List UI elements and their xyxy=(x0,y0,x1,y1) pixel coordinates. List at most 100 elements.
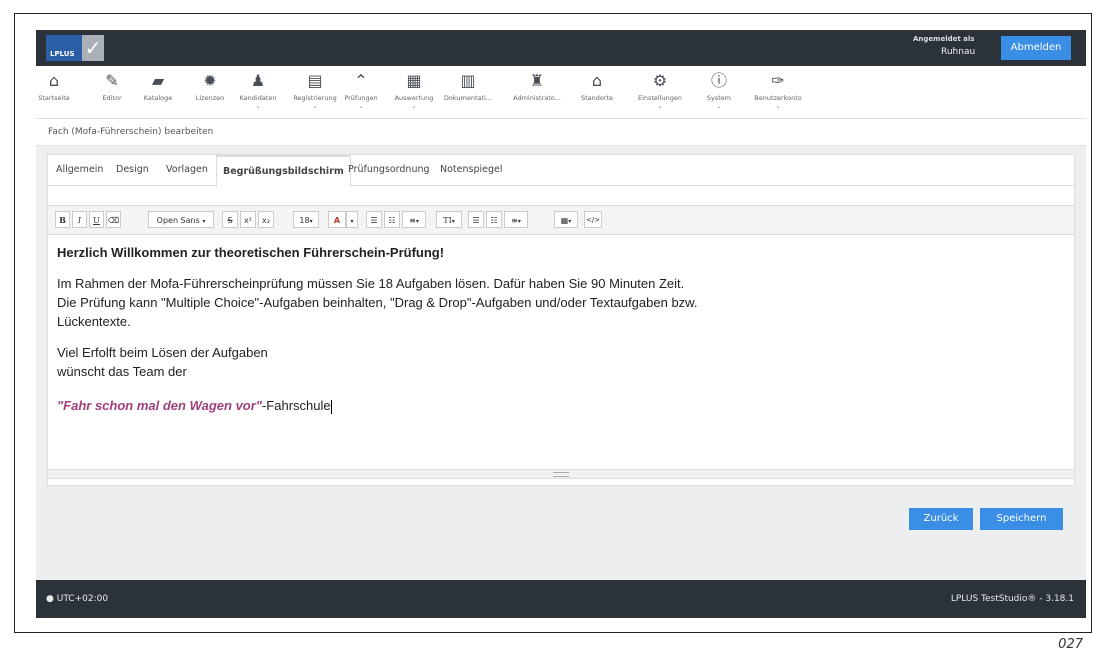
paragraph-align-select[interactable]: ≡▾ xyxy=(402,211,426,228)
save-button[interactable]: Speichern xyxy=(980,508,1063,530)
text-style-select[interactable]: TI▾ xyxy=(436,211,462,228)
home-icon: ⌂ xyxy=(48,71,60,90)
gears-icon: ⚙ xyxy=(652,71,668,90)
editor-resize-handle[interactable] xyxy=(48,469,1074,479)
table-icon: ▦ xyxy=(406,71,422,90)
menu-item-label: Editor xyxy=(102,94,122,102)
bold-button[interactable]: B xyxy=(55,211,70,228)
logo-text: LPLUS xyxy=(50,50,75,58)
menu-item-label: Benutzerkonto xyxy=(754,94,802,102)
text-color-button[interactable]: A xyxy=(328,211,346,228)
user-icon: ♟ xyxy=(250,71,266,90)
align-icon: ≡ xyxy=(409,216,416,225)
menu-item-10[interactable]: ⌂ Standorte xyxy=(577,71,617,103)
editor-line: Im Rahmen der Mofa-Führerscheinprüfung m… xyxy=(57,276,685,291)
menu-item-label: Auswertung xyxy=(394,94,434,102)
strikethrough-button[interactable]: S xyxy=(222,211,238,228)
menu-item-0[interactable]: ⌂ Startseite xyxy=(36,71,72,103)
lplus-logo[interactable]: LPLUS ✓ xyxy=(46,35,104,61)
top-bar: LPLUS ✓ Angemeldet als Ruhnau Abmelden xyxy=(36,30,1086,66)
menu-item-13[interactable]: ✑ Benutzerkonto ⌄ xyxy=(749,72,807,111)
editor-school-line: "Fahr schon mal den Wagen vor"-Fahrschul… xyxy=(57,398,332,414)
tab-0[interactable]: Allgemein xyxy=(50,155,109,184)
menu-item-8[interactable]: ▥ Dokumentati... xyxy=(441,71,495,103)
logout-button[interactable]: Abmelden xyxy=(1001,36,1071,60)
menu-item-11[interactable]: ⚙ Einstellungen ⌄ xyxy=(631,71,689,111)
menu-item-7[interactable]: ▦ Auswertung ⌄ xyxy=(392,71,436,111)
book-icon: ▰ xyxy=(151,71,165,90)
menu-item-label: System xyxy=(706,94,732,102)
menu-item-label: Administrato... xyxy=(513,94,561,102)
checkmark-icon: ✓ xyxy=(82,35,104,61)
menu-item-label: Startseite xyxy=(38,94,70,102)
tab-5[interactable]: Notenspiegel xyxy=(434,155,509,184)
text-color-dropdown[interactable]: ▾ xyxy=(346,211,358,228)
menu-item-4[interactable]: ♟ Kandidaten ⌄ xyxy=(236,71,280,111)
tab-3[interactable]: Begrüßungsbildschirm xyxy=(216,155,351,187)
main-content: Allgemein Design Vorlagen Begrüßungsbildsch… xyxy=(36,146,1086,580)
main-menu: ⌂ Startseite ✎ Editor ▰ Kataloge ✹ Lizenzen ♟ Kan… xyxy=(36,66,1086,119)
editor-toolbar: B I U ⌫ Open Sans ▾ S x² x₂ 18▾ A ▾ ☰ ☷ … xyxy=(48,205,1074,235)
id-card-icon: ▤ xyxy=(307,71,323,90)
globe-icon: ● xyxy=(46,594,54,604)
tab-4[interactable]: Prüfungsordnung xyxy=(342,155,436,184)
timezone-indicator: ● UTC+02:00 xyxy=(46,580,108,618)
font-family-select[interactable]: Open Sans ▾ xyxy=(148,211,214,228)
menu-item-label: Prüfungen xyxy=(344,94,378,102)
table-insert-select[interactable]: ▦▾ xyxy=(554,211,578,228)
editor-line: Viel Erfolft beim Lösen der Aufgaben xyxy=(57,345,268,360)
paragraph-select[interactable]: ≡▾ xyxy=(504,211,528,228)
bar-chart-icon: ▥ xyxy=(460,71,476,90)
login-label: Angemeldet als xyxy=(913,35,975,43)
rich-text-editor[interactable]: Herzlich Willkommen zur theoretischen Fü… xyxy=(48,234,1074,469)
editor-line: wünscht das Team der xyxy=(57,364,187,379)
chevron-down-icon: ⌄ xyxy=(775,103,781,110)
menu-item-1[interactable]: ✎ Editor xyxy=(94,71,130,103)
editor-line: Lückentexte. xyxy=(57,314,131,329)
building-icon: ⌂ xyxy=(591,71,603,90)
tab-2[interactable]: Vorlagen xyxy=(160,155,214,184)
chevron-down-icon: ⌄ xyxy=(716,103,722,110)
back-button[interactable]: Zurück xyxy=(909,508,973,530)
ordered-list-icon[interactable]: ☷ xyxy=(384,211,400,228)
menu-item-5[interactable]: ▤ Registrierung ⌄ xyxy=(291,71,339,111)
menu-item-9[interactable]: ♜ Administrato... xyxy=(508,72,566,103)
menu-item-6[interactable]: ⌃ Prüfungen ⌄ xyxy=(341,72,381,111)
info-icon: ⓘ xyxy=(710,71,727,90)
menu-item-2[interactable]: ▰ Kataloge xyxy=(138,71,178,103)
footer: ● UTC+02:00 LPLUS TestStudio® - 3.18.1 xyxy=(36,580,1086,618)
page-title: Fach (Mofa-Führerschein) bearbeiten xyxy=(48,127,214,137)
align-icon: ≡ xyxy=(511,216,518,225)
subscript-button[interactable]: x₂ xyxy=(258,211,274,228)
menu-item-label: Standorte xyxy=(580,94,614,102)
font-size-select[interactable]: 18▾ xyxy=(293,211,319,228)
tab-bar: Allgemein Design Vorlagen Begrüßungsbildsch… xyxy=(48,155,1074,187)
edit-icon: ✎ xyxy=(105,71,119,90)
ordered-list-icon[interactable]: ☷ xyxy=(486,211,502,228)
chevron-down-icon: ⌄ xyxy=(358,103,364,110)
superscript-button[interactable]: x² xyxy=(240,211,256,228)
chevron-down-icon: ⌄ xyxy=(657,103,663,110)
menu-item-label: Einstellungen xyxy=(637,94,683,102)
school-name: "Fahr schon mal den Wagen vor" xyxy=(57,398,262,413)
unordered-list-icon[interactable]: ☰ xyxy=(468,211,484,228)
logged-in-user: Ruhnau xyxy=(941,47,976,57)
menu-item-label: Kataloge xyxy=(143,94,173,102)
tab-1[interactable]: Design xyxy=(110,155,155,184)
eraser-icon[interactable]: ⌫ xyxy=(106,211,121,228)
font-family-value: Open Sans xyxy=(156,216,200,225)
seal-icon: ✹ xyxy=(203,71,217,90)
italic-button[interactable]: I xyxy=(72,211,87,228)
chevron-down-icon: ⌄ xyxy=(312,103,318,110)
code-view-icon[interactable]: </> xyxy=(584,211,602,228)
version-info: LPLUS TestStudio® - 3.18.1 xyxy=(950,594,1074,604)
timezone-text: UTC+02:00 xyxy=(56,594,109,604)
unordered-list-icon[interactable]: ☰ xyxy=(366,211,382,228)
menu-item-3[interactable]: ✹ Lizenzen xyxy=(192,71,228,103)
menu-item-label: Registrierung xyxy=(293,94,337,102)
underline-button[interactable]: U xyxy=(89,211,104,228)
menu-item-12[interactable]: ⓘ System ⌄ xyxy=(703,71,735,111)
menu-item-label: Dokumentati... xyxy=(443,94,493,102)
font-size-value: 18 xyxy=(299,216,310,225)
chevron-down-icon: ⌄ xyxy=(255,103,261,110)
